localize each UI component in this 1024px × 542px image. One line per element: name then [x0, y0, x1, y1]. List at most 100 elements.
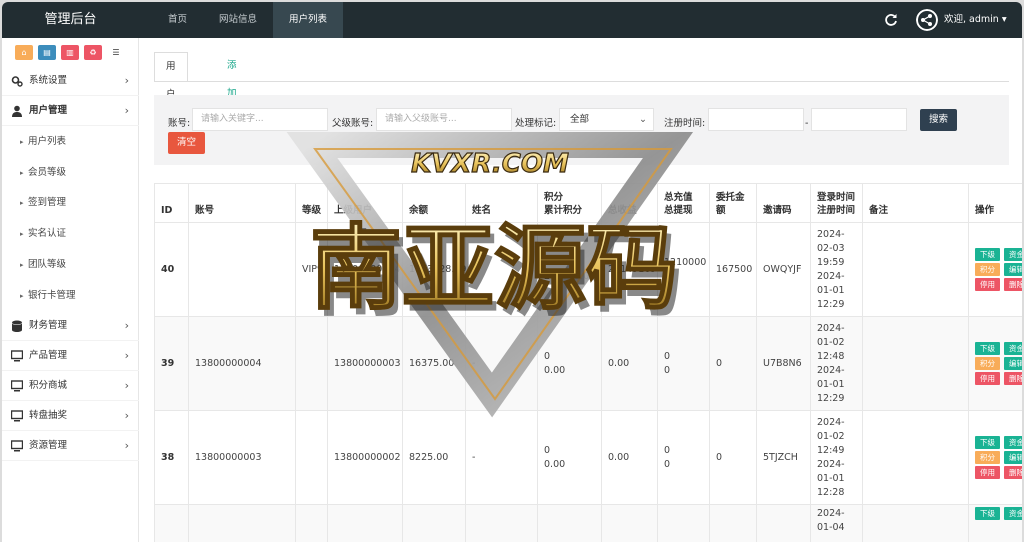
cell-entrust: 167500: [710, 223, 757, 317]
sidebar-item-resources[interactable]: 资源管理 ›: [2, 431, 139, 461]
chevron-right-icon: ›: [125, 96, 129, 126]
cell-code: [757, 505, 811, 542]
share-avatar-icon[interactable]: [916, 9, 938, 31]
cell-entrust: [710, 505, 757, 542]
gears-icon: [11, 75, 23, 87]
cell-income: 0.00: [602, 411, 658, 505]
cell-note: [863, 411, 969, 505]
sidebar-sub-checkin[interactable]: ▸签到管理: [2, 188, 139, 218]
user-table: ID账号等级上级用户余额姓名积分累计积分总收益总充值总提现委托金额邀请码登录时间…: [154, 183, 1022, 542]
nav-home[interactable]: 首页: [152, 2, 203, 38]
sidebar-sub-member-level[interactable]: ▸会员等级: [2, 158, 139, 188]
trash-icon[interactable]: ▥: [61, 45, 79, 60]
column-header: 等级: [296, 184, 328, 223]
cell-times: 2024-01-0212:492024-01-0112:28: [811, 411, 863, 505]
nav-user-list[interactable]: 用户列表: [273, 2, 343, 38]
subordinates-button[interactable]: 下级: [975, 342, 1000, 355]
cell-times: 2024-01-04: [811, 505, 863, 542]
cell-note: [863, 505, 969, 542]
sidebar-item-users[interactable]: 用户管理 ›: [2, 96, 139, 126]
sidebar-sub-label: 银行卡管理: [28, 281, 76, 311]
home-icon[interactable]: ⌂: [15, 45, 33, 60]
cell-parent: 13800000004: [328, 223, 403, 317]
edit-button[interactable]: 编辑: [1004, 451, 1022, 464]
search-panel: 账号: 请输入关键字... 父级账号: 请输入父级账号... 处理标记: 全部 …: [154, 95, 1009, 165]
top-nav: 首页 网站信息 用户列表: [152, 2, 343, 38]
cell-recharge: 00: [658, 317, 710, 411]
chevron-down-icon: ⌄: [639, 109, 647, 130]
subordinates-button[interactable]: 下级: [975, 436, 1000, 449]
delete-button[interactable]: 删除: [1004, 466, 1022, 479]
column-header: 备注: [863, 184, 969, 223]
funds-button[interactable]: 资金: [1004, 342, 1022, 355]
list-icon[interactable]: ☰: [107, 45, 125, 60]
sidebar-sub-bank-card[interactable]: ▸银行卡管理: [2, 281, 139, 311]
tab-user-list[interactable]: 用户列表: [154, 52, 188, 82]
chevron-right-icon: ›: [125, 66, 129, 96]
sidebar-item-points-mall[interactable]: 积分商城 ›: [2, 371, 139, 401]
recycle-icon[interactable]: ♻: [84, 45, 102, 60]
disable-button[interactable]: 停用: [975, 278, 1000, 291]
sidebar-sub-realname[interactable]: ▸实名认证: [2, 219, 139, 249]
points-button[interactable]: 积分: [975, 451, 1000, 464]
cell-balance: 8225.00: [403, 411, 466, 505]
cell-id: 39: [155, 317, 189, 411]
sidebar-item-finance[interactable]: 财务管理 ›: [2, 311, 139, 341]
top-navbar: 管理后台 首页 网站信息 用户列表 欢迎, admin ▾: [2, 2, 1022, 38]
parent-account-input[interactable]: 请输入父级账号...: [376, 108, 512, 131]
user-icon: [11, 105, 23, 117]
search-button[interactable]: 搜索: [920, 109, 957, 131]
brand-title: 管理后台: [2, 2, 139, 38]
column-header: 账号: [189, 184, 296, 223]
points-button[interactable]: 积分: [975, 357, 1000, 370]
column-header: 总收益: [602, 184, 658, 223]
edit-button[interactable]: 编辑: [1004, 263, 1022, 276]
column-header: 上级用户: [328, 184, 403, 223]
cell-points: 277400277500.00: [538, 223, 602, 317]
disable-button[interactable]: 停用: [975, 372, 1000, 385]
cell-name: -: [466, 317, 538, 411]
user-menu[interactable]: 欢迎, admin ▾: [944, 2, 1007, 38]
monitor-icon: [11, 410, 23, 422]
subordinates-button[interactable]: 下级: [975, 248, 1000, 261]
cell-account: 13800000004: [189, 317, 296, 411]
funds-button[interactable]: 资金: [1004, 436, 1022, 449]
table-row: 39138000000041380000000316375.00-00.000.…: [155, 317, 1023, 411]
reg-time-label: 注册时间:: [664, 113, 705, 135]
monitor-icon: [11, 380, 23, 392]
cell-recharge: 12100000: [658, 223, 710, 317]
points-button[interactable]: 积分: [975, 263, 1000, 276]
sidebar-item-lottery[interactable]: 转盘抽奖 ›: [2, 401, 139, 431]
funds-button[interactable]: 资金: [1004, 507, 1022, 520]
cell-level: [296, 411, 328, 505]
reg-time-end-input[interactable]: [811, 108, 907, 131]
sidebar-item-products[interactable]: 产品管理 ›: [2, 341, 139, 371]
sidebar-sub-team-level[interactable]: ▸团队等级: [2, 250, 139, 280]
column-header: 姓名: [466, 184, 538, 223]
sidebar-item-system[interactable]: 系统设置 ›: [2, 66, 139, 96]
cell-code: U7B8N6: [757, 317, 811, 411]
account-input[interactable]: 请输入关键字...: [192, 108, 328, 131]
delete-button[interactable]: 删除: [1004, 372, 1022, 385]
caret-icon: ▸: [20, 158, 24, 188]
refresh-icon[interactable]: [883, 12, 899, 28]
sidebar-sub-user-list[interactable]: ▸用户列表: [2, 127, 139, 157]
sidebar-item-label: 用户管理: [29, 96, 67, 126]
sidebar-item-label: 系统设置: [29, 66, 67, 96]
clear-button[interactable]: 清空: [168, 132, 205, 154]
tab-add-user[interactable]: 添加用户: [216, 52, 248, 82]
table-header-row: ID账号等级上级用户余额姓名积分累计积分总收益总充值总提现委托金额邀请码登录时间…: [155, 184, 1023, 223]
chevron-right-icon: ›: [125, 311, 129, 341]
reg-time-start-input[interactable]: [708, 108, 804, 131]
cell-balance: [403, 505, 466, 542]
file-icon[interactable]: ▤: [38, 45, 56, 60]
delete-button[interactable]: 删除: [1004, 278, 1022, 291]
cell-points: [538, 505, 602, 542]
edit-button[interactable]: 编辑: [1004, 357, 1022, 370]
nav-site-info[interactable]: 网站信息: [203, 2, 273, 38]
cell-code: 5TJZCH: [757, 411, 811, 505]
subordinates-button[interactable]: 下级: [975, 507, 1000, 520]
mark-select[interactable]: 全部 ⌄: [559, 108, 654, 131]
funds-button[interactable]: 资金: [1004, 248, 1022, 261]
disable-button[interactable]: 停用: [975, 466, 1000, 479]
